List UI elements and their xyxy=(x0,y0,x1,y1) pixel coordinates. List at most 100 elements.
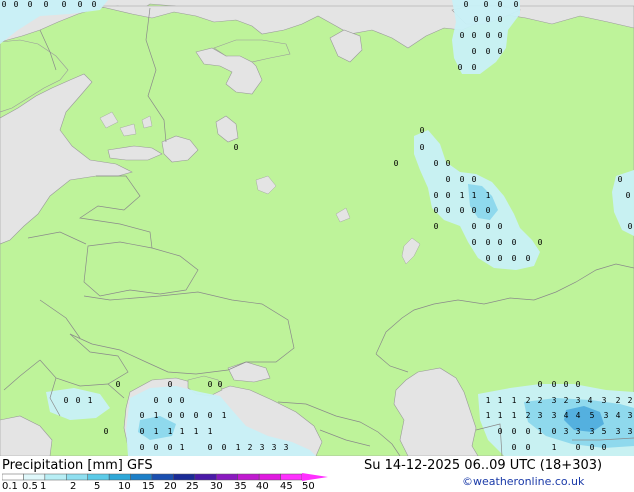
precip-value-label: 0 xyxy=(552,380,557,389)
color-scale-segment xyxy=(23,473,46,481)
color-scale-segment xyxy=(87,473,110,481)
color-scale-segment xyxy=(173,473,196,481)
precip-value-label: 0 xyxy=(420,126,425,135)
precip-value-label: 3 xyxy=(590,427,595,436)
credit-link[interactable]: ©weatheronline.co.uk xyxy=(462,475,584,488)
color-scale-segment xyxy=(130,473,153,481)
precip-value-label: 1 xyxy=(154,427,159,436)
precip-value-label: 0 xyxy=(498,427,503,436)
color-scale-segment xyxy=(44,473,67,481)
color-scale-tick-label: 15 xyxy=(142,481,155,492)
precip-value-label: 1 xyxy=(168,427,173,436)
precip-value-label: 0 xyxy=(486,47,491,56)
precip-value-label: 0 xyxy=(576,443,581,452)
precip-value-label: 0 xyxy=(44,0,49,9)
precip-value-label: 0 xyxy=(526,254,531,263)
color-scale-tick-label: 30 xyxy=(210,481,223,492)
precip-value-label: 0 xyxy=(512,443,517,452)
precip-value-label: 1 xyxy=(512,411,517,420)
precip-value-label: 2 xyxy=(538,396,543,405)
precip-value-label: 0 xyxy=(538,380,543,389)
color-scale-tick-label: 10 xyxy=(118,481,131,492)
precip-value-label: 0 xyxy=(28,0,33,9)
precip-value-label: 0 xyxy=(446,191,451,200)
precip-value-label: 0 xyxy=(62,0,67,9)
color-scale-segment xyxy=(216,473,238,481)
precip-value-label: 0 xyxy=(486,238,491,247)
precip-value-label: 3 xyxy=(602,396,607,405)
precip-value-label: 0 xyxy=(76,396,81,405)
precip-value-label: 0 xyxy=(14,0,19,9)
color-scale-segment xyxy=(151,473,174,481)
precip-value-label: 1 xyxy=(222,411,227,420)
precip-value-label: 0 xyxy=(140,443,145,452)
precip-value-label: 2 xyxy=(248,443,253,452)
precip-value-label: 0 xyxy=(474,15,479,24)
color-scale-tick-label: 2 xyxy=(70,481,77,492)
color-scale-tick-label: 20 xyxy=(164,481,177,492)
color-scale-tick-label: 5 xyxy=(94,481,101,492)
color-scale xyxy=(2,473,328,481)
precip-value-label: 0 xyxy=(168,411,173,420)
precip-value-label: 1 xyxy=(88,396,93,405)
color-scale-segment xyxy=(280,473,303,481)
precip-value-label: 0 xyxy=(180,411,185,420)
precip-value-label: 0 xyxy=(168,380,173,389)
color-scale-arrow xyxy=(302,473,328,481)
precip-value-label: 0 xyxy=(434,159,439,168)
precip-value-label: 1 xyxy=(460,191,465,200)
precip-value-label: 1 xyxy=(486,396,491,405)
precip-value-label: 0 xyxy=(472,206,477,215)
precip-value-label: 1 xyxy=(486,191,491,200)
precip-value-label: 0 xyxy=(78,0,83,9)
color-scale-segment xyxy=(66,473,88,481)
precip-value-label: 0 xyxy=(564,380,569,389)
precip-value-label: 0 xyxy=(472,222,477,231)
precip-value-label: 0 xyxy=(472,31,477,40)
precip-value-label: 0 xyxy=(234,143,239,152)
color-scale-tick-label: 1 xyxy=(40,481,47,492)
precip-value-label: 0 xyxy=(420,143,425,152)
precip-value-label: 0 xyxy=(526,427,531,436)
precip-value-label: 1 xyxy=(498,396,503,405)
precip-value-label: 0 xyxy=(512,427,517,436)
valid-time: Su 14-12-2025 06..09 UTC (18+303) xyxy=(364,458,603,473)
precip-value-label: 0 xyxy=(140,427,145,436)
precip-value-label: 0 xyxy=(64,396,69,405)
precip-value-label: 3 xyxy=(576,427,581,436)
color-scale-tick-label: 35 xyxy=(234,481,247,492)
precip-value-label: 0 xyxy=(486,15,491,24)
precip-value-label: 0 xyxy=(92,0,97,9)
precip-value-label: 0 xyxy=(472,175,477,184)
precip-value-label: 0 xyxy=(472,63,477,72)
precip-value-label: 0 xyxy=(498,238,503,247)
color-scale-tick-label: 0.5 xyxy=(22,481,38,492)
precip-value-label: 0 xyxy=(180,396,185,405)
precip-value-label: 3 xyxy=(628,411,633,420)
precip-value-label: 0 xyxy=(602,443,607,452)
precip-value-label: 0 xyxy=(618,175,623,184)
color-scale-tick-label: 0.1 xyxy=(2,481,18,492)
precip-value-label: 2 xyxy=(526,411,531,420)
precip-value-label: 0 xyxy=(194,411,199,420)
precip-value-label: 2 xyxy=(564,396,569,405)
precipitation-map: 0 0 0 00 0 00 0 0 00 0 00 00 0 0 0 0 0 000 00 0 00 0 0 00 0 1 1 1 00… xyxy=(0,0,634,456)
precip-value-label: 0 xyxy=(464,0,469,9)
precip-value-label: 0 xyxy=(486,31,491,40)
legend-title-text: Precipitation [mm] xyxy=(2,458,123,473)
precip-value-label: 0 xyxy=(154,443,159,452)
precip-value-label: 0 xyxy=(498,31,503,40)
precip-value-label: 1 xyxy=(154,411,159,420)
color-scale-segment xyxy=(194,473,217,481)
precip-value-label: 0 xyxy=(208,411,213,420)
precip-value-label: 2 xyxy=(616,396,621,405)
precip-value-label: 0 xyxy=(460,31,465,40)
precip-value-label: 0 xyxy=(140,411,145,420)
precip-value-label: 0 xyxy=(446,175,451,184)
precip-value-label: 1 xyxy=(180,443,185,452)
color-scale-tick-label: 25 xyxy=(186,481,199,492)
color-scale-tick-label: 40 xyxy=(256,481,269,492)
precip-value-label: 0 xyxy=(628,222,633,231)
precip-value-label: 3 xyxy=(552,396,557,405)
precip-value-label: 2 xyxy=(628,396,633,405)
